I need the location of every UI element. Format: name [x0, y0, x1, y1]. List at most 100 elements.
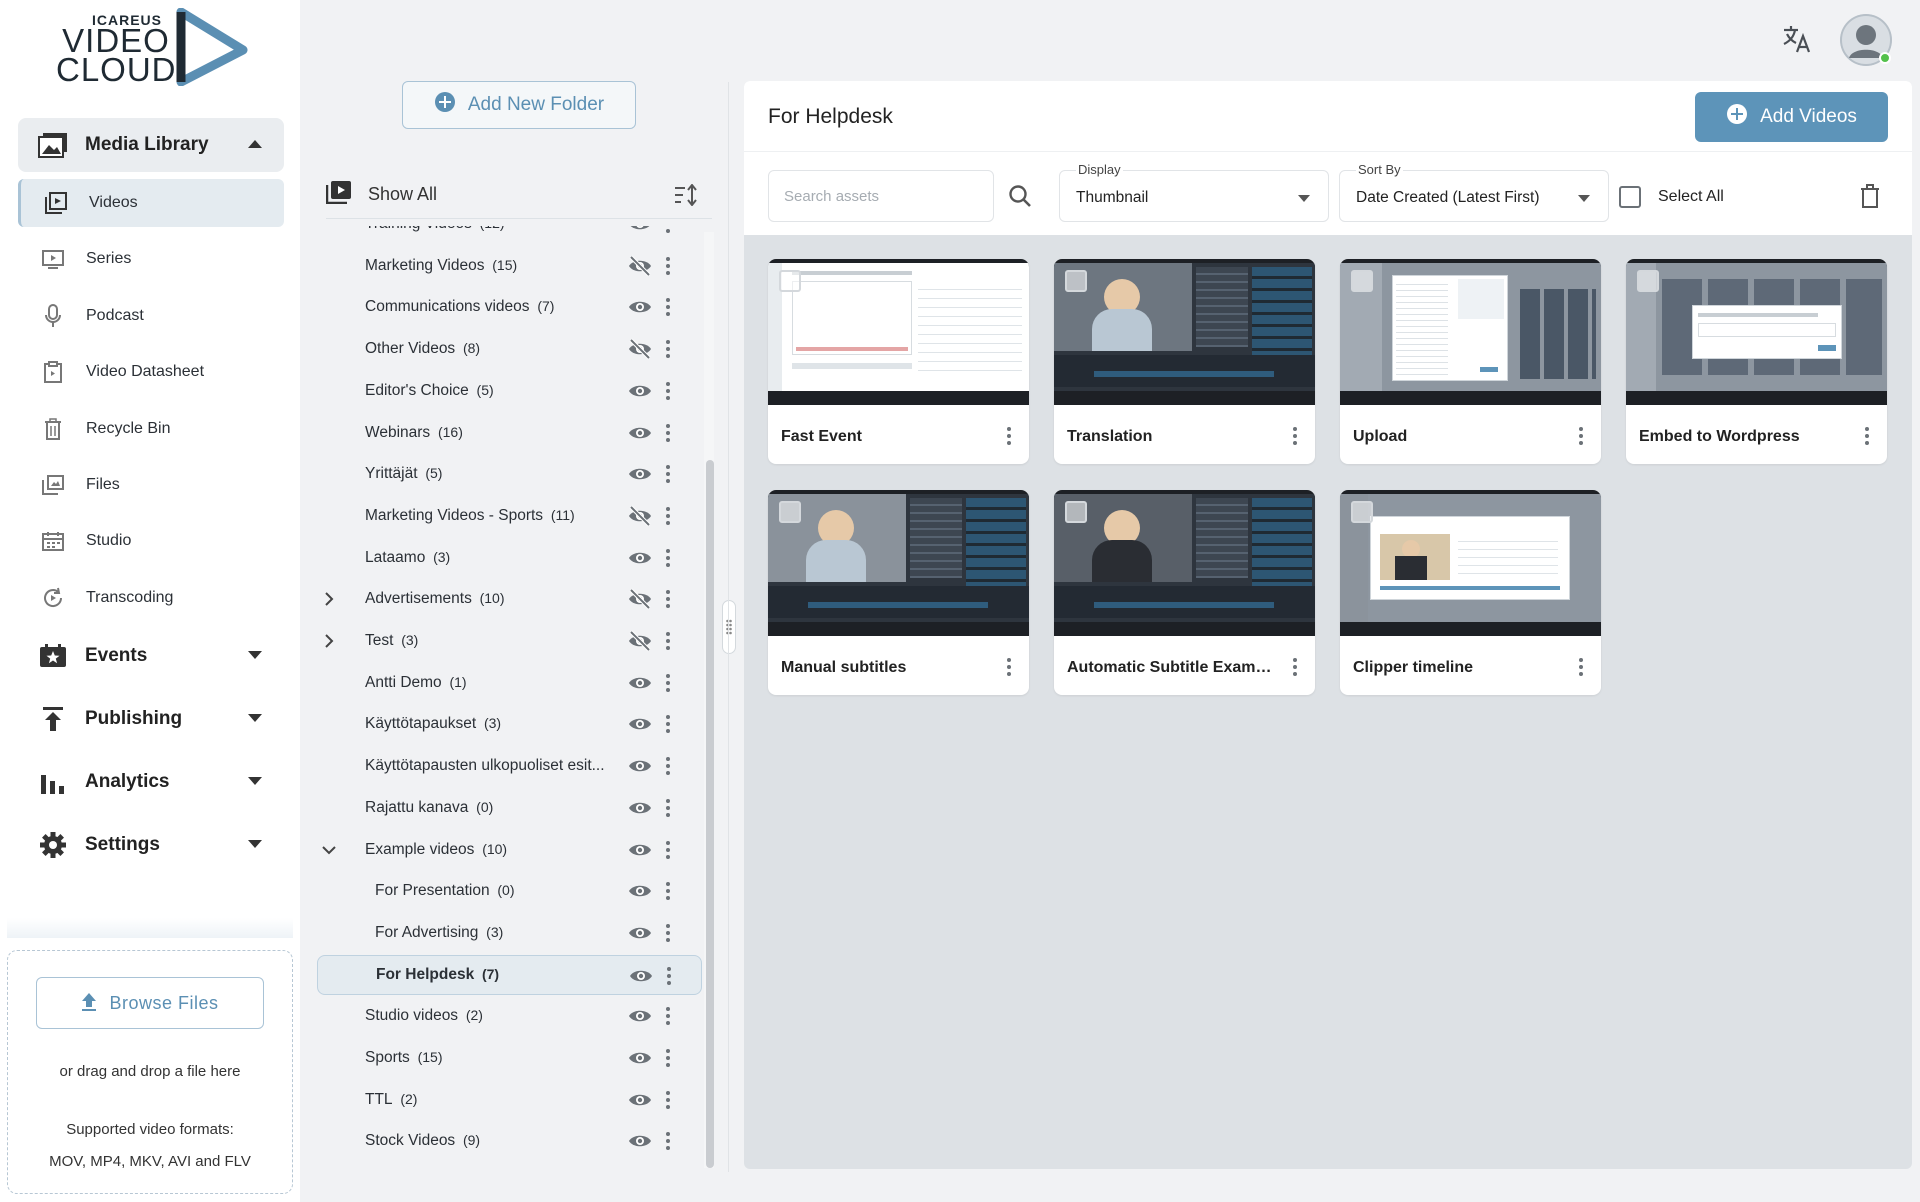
search-icon[interactable]: [1008, 184, 1032, 213]
more-options-icon[interactable]: [1292, 426, 1298, 451]
more-options-icon[interactable]: [665, 256, 671, 281]
more-options-icon[interactable]: [665, 381, 671, 406]
sidebar-item-studio[interactable]: Studio: [18, 517, 284, 565]
folder-item[interactable]: Editor's Choice (5): [317, 371, 702, 411]
folder-item[interactable]: Other Videos (8): [317, 329, 702, 369]
video-select-checkbox[interactable]: [1351, 270, 1373, 292]
video-select-checkbox[interactable]: [779, 501, 801, 523]
video-thumbnail[interactable]: [1054, 259, 1315, 405]
video-select-checkbox[interactable]: [1351, 501, 1373, 523]
visibility-icon[interactable]: [628, 1005, 652, 1032]
folder-item[interactable]: Lataamo (3): [317, 538, 702, 578]
visibility-icon[interactable]: [628, 380, 652, 407]
video-card[interactable]: Translation: [1054, 259, 1315, 464]
more-options-icon[interactable]: [665, 1006, 671, 1031]
nav-events[interactable]: Events: [18, 629, 284, 683]
visibility-icon[interactable]: [628, 226, 652, 240]
visibility-off-icon[interactable]: [628, 505, 652, 532]
add-videos-button[interactable]: Add Videos: [1695, 92, 1888, 142]
more-options-icon[interactable]: [1864, 426, 1870, 451]
more-options-icon[interactable]: [665, 631, 671, 656]
video-select-checkbox[interactable]: [1065, 270, 1087, 292]
folder-item[interactable]: Marketing Videos (15): [317, 246, 702, 286]
visibility-icon[interactable]: [628, 422, 652, 449]
video-card[interactable]: Clipper timeline: [1340, 490, 1601, 695]
more-options-icon[interactable]: [666, 966, 672, 991]
more-options-icon[interactable]: [665, 589, 671, 614]
more-options-icon[interactable]: [1006, 657, 1012, 682]
search-input[interactable]: [768, 170, 994, 222]
video-thumbnail[interactable]: [1340, 490, 1601, 636]
video-select-checkbox[interactable]: [779, 270, 801, 292]
more-options-icon[interactable]: [665, 1090, 671, 1115]
folder-item[interactable]: Test (3): [317, 621, 702, 661]
folder-item[interactable]: Antti Demo (1): [317, 663, 702, 703]
video-thumbnail[interactable]: [768, 490, 1029, 636]
more-options-icon[interactable]: [1578, 657, 1584, 682]
folder-item[interactable]: TTL (2): [317, 1080, 702, 1120]
more-options-icon[interactable]: [665, 464, 671, 489]
sidebar-item-video-datasheet[interactable]: Video Datasheet: [18, 348, 284, 396]
video-card[interactable]: Fast Event: [768, 259, 1029, 464]
folder-item[interactable]: Studio videos (2): [317, 996, 702, 1036]
more-options-icon[interactable]: [665, 548, 671, 573]
visibility-icon[interactable]: [628, 922, 652, 949]
visibility-off-icon[interactable]: [628, 588, 652, 615]
chevron-down-icon[interactable]: [321, 842, 337, 858]
folder-item[interactable]: Sports (15): [317, 1038, 702, 1078]
more-options-icon[interactable]: [665, 1048, 671, 1073]
sidebar-item-podcast[interactable]: Podcast: [18, 292, 284, 340]
more-options-icon[interactable]: [665, 756, 671, 781]
video-thumbnail[interactable]: [1340, 259, 1601, 405]
more-options-icon[interactable]: [1292, 657, 1298, 682]
more-options-icon[interactable]: [665, 506, 671, 531]
sort-icon[interactable]: [674, 183, 698, 211]
more-options-icon[interactable]: [665, 339, 671, 364]
video-card[interactable]: Manual subtitles: [768, 490, 1029, 695]
folder-item[interactable]: Rajattu kanava (0): [317, 788, 702, 828]
folder-item[interactable]: Yrittäjät (5): [317, 454, 702, 494]
folder-item[interactable]: Webinars (16): [317, 413, 702, 453]
more-options-icon[interactable]: [665, 840, 671, 865]
nav-settings[interactable]: Settings: [18, 818, 284, 872]
add-new-folder-button[interactable]: Add New Folder: [402, 81, 636, 129]
more-options-icon[interactable]: [665, 1131, 671, 1156]
video-thumbnail[interactable]: [768, 259, 1029, 405]
sidebar-item-recycle-bin[interactable]: Recycle Bin: [18, 405, 284, 453]
folder-item[interactable]: Marketing Videos - Sports (11): [317, 496, 702, 536]
more-options-icon[interactable]: [665, 673, 671, 698]
panel-resize-handle[interactable]: [722, 600, 736, 654]
checkbox[interactable]: [1619, 186, 1641, 208]
folder-item[interactable]: Advertisements (10): [317, 579, 702, 619]
sidebar-item-files[interactable]: Files: [18, 461, 284, 509]
show-all-folders[interactable]: Show All: [325, 180, 437, 209]
video-card[interactable]: Upload: [1340, 259, 1601, 464]
visibility-icon[interactable]: [628, 296, 652, 323]
more-options-icon[interactable]: [665, 714, 671, 739]
visibility-icon[interactable]: [628, 880, 652, 907]
chevron-right-icon[interactable]: [321, 633, 337, 649]
more-options-icon[interactable]: [665, 226, 671, 239]
video-thumbnail[interactable]: [1054, 490, 1315, 636]
nav-media-library[interactable]: Media Library: [18, 118, 284, 172]
nav-analytics[interactable]: Analytics: [18, 755, 284, 809]
sidebar-item-videos[interactable]: Videos: [18, 179, 284, 227]
visibility-icon[interactable]: [628, 463, 652, 490]
sidebar-item-series[interactable]: Series: [18, 235, 284, 283]
video-card[interactable]: Automatic Subtitle Examp...: [1054, 490, 1315, 695]
app-logo[interactable]: ICAREUS VIDEO CLOUD: [56, 8, 256, 88]
more-options-icon[interactable]: [665, 923, 671, 948]
folder-item[interactable]: Training Videos (12): [317, 226, 702, 244]
more-options-icon[interactable]: [665, 297, 671, 322]
more-options-icon[interactable]: [1578, 426, 1584, 451]
folder-item[interactable]: For Helpdesk (7): [317, 954, 702, 995]
folder-item[interactable]: Stock Videos (9): [317, 1121, 702, 1161]
video-select-checkbox[interactable]: [1637, 270, 1659, 292]
video-select-checkbox[interactable]: [1065, 501, 1087, 523]
visibility-off-icon[interactable]: [628, 630, 652, 657]
visibility-icon[interactable]: [628, 755, 652, 782]
more-options-icon[interactable]: [1006, 426, 1012, 451]
folder-item[interactable]: Example videos (10): [317, 830, 702, 870]
delete-icon[interactable]: [1860, 184, 1880, 213]
more-options-icon[interactable]: [665, 881, 671, 906]
